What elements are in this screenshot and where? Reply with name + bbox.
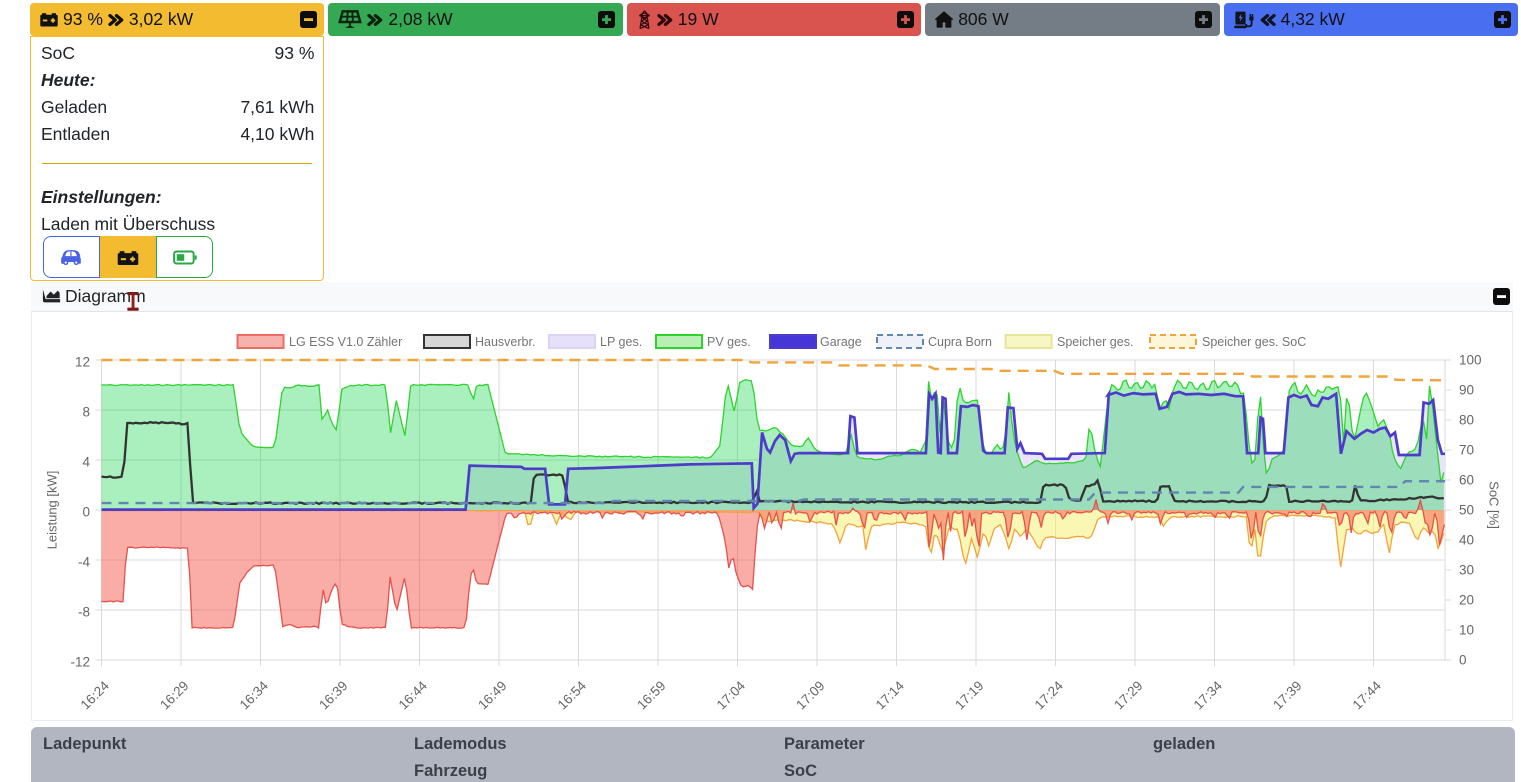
svg-text:16:39: 16:39: [316, 678, 351, 713]
svg-text:16:59: 16:59: [634, 678, 669, 713]
svg-text:17:19: 17:19: [952, 678, 987, 713]
svg-text:17:09: 17:09: [793, 678, 828, 713]
svg-text:12: 12: [75, 355, 90, 370]
svg-text:70: 70: [1459, 443, 1474, 458]
svg-text:SoC [%]: SoC [%]: [1487, 481, 1502, 529]
svg-text:Speicher ges.: Speicher ges.: [1057, 335, 1133, 349]
svg-text:Garage: Garage: [820, 335, 862, 349]
svg-text:LG ESS V1.0 Zähler: LG ESS V1.0 Zähler: [289, 335, 402, 349]
svg-text:80: 80: [1459, 413, 1474, 428]
svg-text:16:49: 16:49: [475, 678, 510, 713]
svg-text:17:29: 17:29: [1111, 678, 1146, 713]
svg-text:Speicher ges. SoC: Speicher ges. SoC: [1202, 335, 1306, 349]
svg-text:100: 100: [1459, 353, 1482, 368]
svg-text:90: 90: [1459, 383, 1474, 398]
svg-text:17:39: 17:39: [1270, 678, 1305, 713]
svg-text:40: 40: [1459, 533, 1474, 548]
svg-text:-4: -4: [78, 555, 90, 570]
svg-text:17:44: 17:44: [1350, 678, 1385, 713]
svg-text:20: 20: [1459, 593, 1474, 608]
svg-text:17:04: 17:04: [714, 678, 749, 713]
svg-text:PV ges.: PV ges.: [707, 335, 751, 349]
svg-text:50: 50: [1459, 503, 1474, 518]
svg-text:30: 30: [1459, 563, 1474, 578]
svg-text:Leistung [kW]: Leistung [kW]: [45, 471, 60, 550]
svg-text:16:29: 16:29: [157, 678, 192, 713]
svg-text:Hausverbr.: Hausverbr.: [475, 335, 535, 349]
svg-text:17:34: 17:34: [1191, 678, 1226, 713]
svg-text:0: 0: [82, 505, 90, 520]
svg-text:0: 0: [1459, 653, 1467, 668]
svg-text:16:24: 16:24: [78, 678, 113, 713]
svg-text:16:54: 16:54: [555, 678, 590, 713]
svg-text:10: 10: [1459, 623, 1474, 638]
svg-text:4: 4: [82, 455, 90, 470]
svg-text:8: 8: [82, 405, 90, 420]
svg-text:-12: -12: [70, 655, 90, 670]
svg-text:16:44: 16:44: [396, 678, 431, 713]
svg-text:16:34: 16:34: [237, 678, 272, 713]
svg-text:17:24: 17:24: [1032, 678, 1067, 713]
svg-text:LP ges.: LP ges.: [600, 335, 642, 349]
svg-text:17:14: 17:14: [873, 678, 908, 713]
svg-text:-8: -8: [78, 605, 90, 620]
svg-text:Cupra Born: Cupra Born: [928, 335, 992, 349]
svg-text:60: 60: [1459, 473, 1474, 488]
